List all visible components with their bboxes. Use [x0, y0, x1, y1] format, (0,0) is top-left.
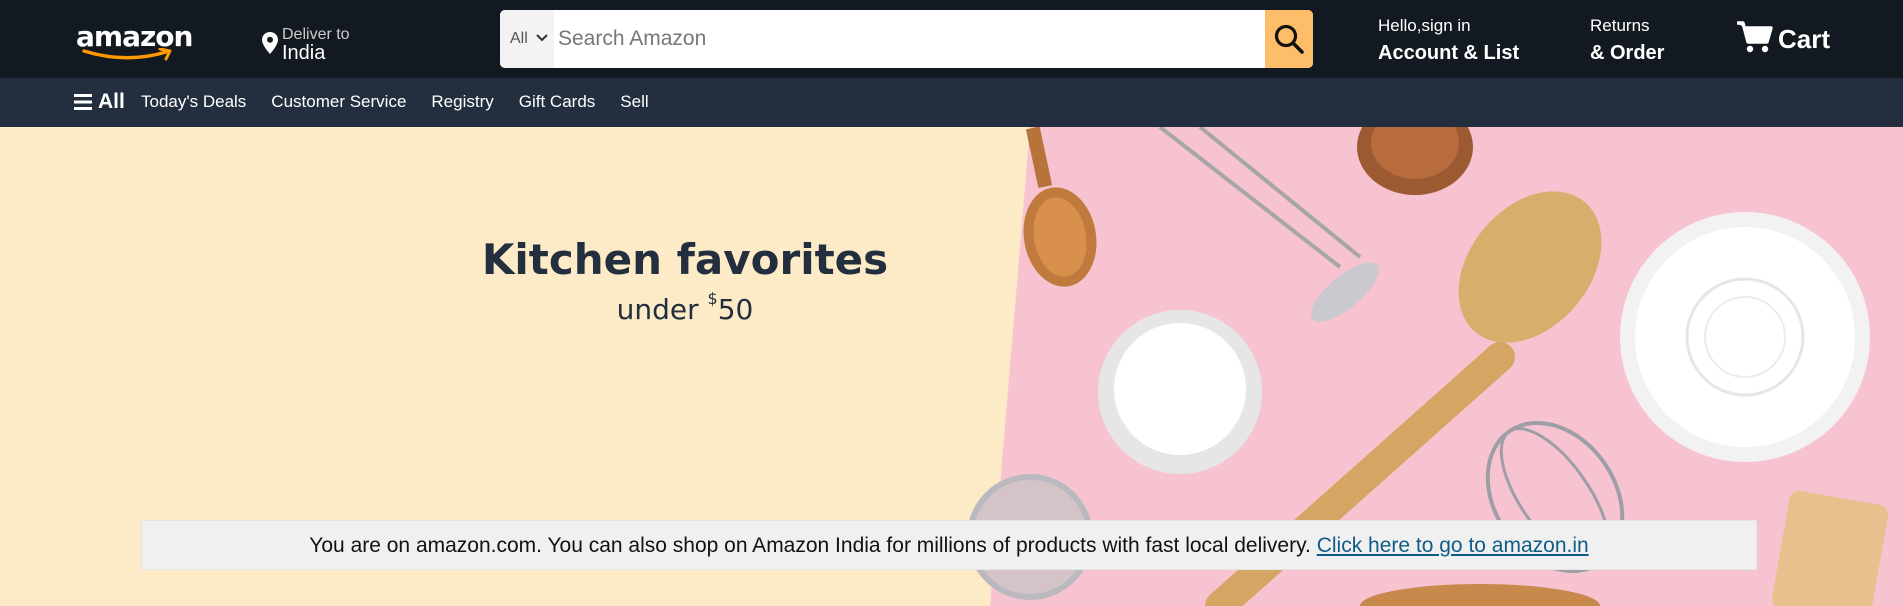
banner-message: You are on amazon.com. You can also shop…	[309, 534, 1317, 557]
search-category-label: All	[510, 30, 528, 47]
hamburger-menu-icon	[74, 94, 92, 110]
account-greeting: Hello,sign in	[1378, 16, 1471, 35]
hero-subtitle: under $50	[420, 289, 950, 326]
subnav-item-gift-cards[interactable]: Gift Cards	[519, 92, 596, 112]
secondary-navigation-bar: All Today's Deals Customer Service Regis…	[0, 78, 1903, 127]
deliver-location-value: India	[282, 42, 326, 64]
hero-subtitle-prefix: under	[616, 293, 708, 326]
amazon-in-link[interactable]: Click here to go to amazon.in	[1317, 534, 1589, 557]
amazon-logo[interactable]: amazon	[76, 18, 193, 62]
subnav-links: Today's Deals Customer Service Registry …	[141, 92, 649, 112]
hero-banner[interactable]: Kitchen favorites under $50 You are on a…	[0, 127, 1903, 606]
cart-button[interactable]: Cart	[1734, 18, 1854, 58]
account-label: Account & List	[1378, 42, 1520, 64]
returns-label: Returns	[1590, 16, 1650, 35]
logo-smile-icon	[82, 48, 172, 61]
cart-label: Cart	[1778, 24, 1831, 54]
hero-subtitle-amount: 50	[717, 293, 754, 326]
subnav-item-registry[interactable]: Registry	[431, 92, 493, 112]
subnav-item-todays-deals[interactable]: Today's Deals	[141, 92, 246, 112]
chevron-down-icon	[536, 34, 548, 42]
hero-subtitle-currency: $	[707, 289, 718, 308]
search-button[interactable]	[1265, 10, 1313, 68]
account-and-lists[interactable]: Hello,sign in Account & List	[1378, 16, 1538, 66]
location-pin-icon	[262, 32, 278, 54]
banner-text-row: You are on amazon.com. You can also shop…	[142, 534, 1756, 558]
cart-icon	[1737, 21, 1773, 53]
subnav-item-sell[interactable]: Sell	[620, 92, 648, 112]
search-icon	[1274, 24, 1304, 54]
hero-title: Kitchen favorites	[481, 235, 889, 284]
search-input[interactable]	[554, 10, 1248, 68]
all-menu-label: All	[98, 90, 125, 113]
international-redirect-banner: You are on amazon.com. You can also shop…	[141, 520, 1757, 570]
deliver-to-location[interactable]: Deliver to India	[262, 24, 372, 64]
returns-and-orders[interactable]: Returns & Order	[1590, 16, 1690, 66]
orders-label: & Order	[1590, 42, 1665, 64]
search-category-dropdown[interactable]: All	[500, 10, 554, 68]
search-bar: All	[500, 10, 1313, 68]
subnav-item-customer-service[interactable]: Customer Service	[271, 92, 406, 112]
top-navigation-bar: amazon Deliver to India All Hello	[0, 0, 1903, 78]
